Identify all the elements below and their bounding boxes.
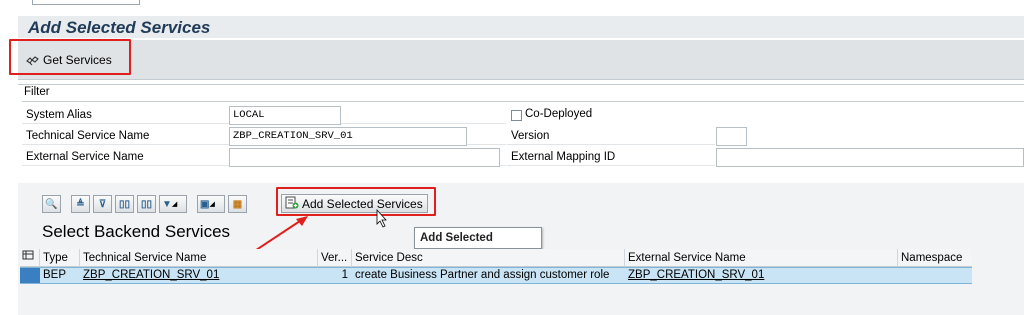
col-header-version[interactable]: Ver... bbox=[318, 249, 352, 267]
col-header-service-description[interactable]: Service Desc bbox=[352, 249, 625, 267]
cell-namespace bbox=[898, 268, 972, 283]
table-row[interactable]: BEP ZBP_CREATION_SRV_01 1 create Busines… bbox=[20, 267, 972, 284]
col-header-external-service-name[interactable]: External Service Name bbox=[625, 249, 898, 267]
top-strip bbox=[0, 0, 1024, 8]
col-header-type[interactable]: Type bbox=[40, 249, 80, 267]
co-deployed-label: Co-Deployed bbox=[525, 108, 593, 120]
select-all-icon[interactable] bbox=[20, 249, 40, 267]
section-title: Select Backend Services bbox=[42, 222, 231, 241]
technical-service-name-field[interactable]: ZBP_CREATION_SRV_01 bbox=[229, 127, 467, 146]
layout-icon[interactable]: ▦ bbox=[228, 195, 247, 213]
top-tab-edge bbox=[32, 0, 140, 5]
cell-external-service-name[interactable]: ZBP_CREATION_SRV_01 bbox=[625, 268, 898, 283]
find-next-icon[interactable]: ▯▯ bbox=[137, 195, 156, 213]
col-header-namespace[interactable]: Namespace bbox=[898, 249, 972, 267]
cell-type: BEP bbox=[43, 269, 67, 281]
highlight-box-get-services bbox=[9, 39, 131, 75]
sort-ascending-icon[interactable]: ≜ bbox=[71, 195, 90, 213]
version-field[interactable] bbox=[716, 127, 747, 146]
application-toolbar bbox=[18, 40, 1024, 80]
cell-technical-service-name[interactable]: ZBP_CREATION_SRV_01 bbox=[80, 268, 318, 283]
external-mapping-id-field[interactable] bbox=[716, 148, 1024, 167]
cell-service-description: create Business Partner and assign custo… bbox=[355, 269, 610, 281]
sort-descending-icon[interactable]: ⊽ bbox=[93, 195, 112, 213]
external-mapping-id-label: External Mapping ID bbox=[507, 148, 715, 166]
system-alias-field[interactable]: LOCAL bbox=[229, 106, 341, 125]
cell-version: 1 bbox=[341, 269, 348, 281]
row-selector[interactable] bbox=[20, 268, 40, 283]
table-header: Type Technical Service Name Ver... Servi… bbox=[20, 249, 972, 267]
highlight-box-add-selected bbox=[276, 187, 436, 216]
details-icon[interactable]: 🔍 bbox=[42, 195, 61, 213]
co-deployed-checkbox[interactable] bbox=[511, 110, 522, 121]
find-icon[interactable]: ▯▯ bbox=[115, 195, 134, 213]
version-label: Version bbox=[507, 127, 715, 145]
page-title: Add Selected Services bbox=[28, 18, 211, 37]
filter-icon[interactable]: ▼ ◢ bbox=[159, 195, 187, 213]
add-selected-tooltip: Add Selected Services bbox=[414, 227, 542, 264]
filter-header: Filter bbox=[22, 84, 1024, 102]
col-header-technical-service-name[interactable]: Technical Service Name bbox=[80, 249, 318, 267]
export-icon[interactable]: ▣ ◢ bbox=[197, 195, 225, 213]
external-service-name-field[interactable] bbox=[229, 148, 500, 167]
alv-toolbar: 🔍 ≜ ⊽ ▯▯ ▯▯ ▼ ◢ ▣ ◢ ▦ bbox=[42, 194, 247, 214]
